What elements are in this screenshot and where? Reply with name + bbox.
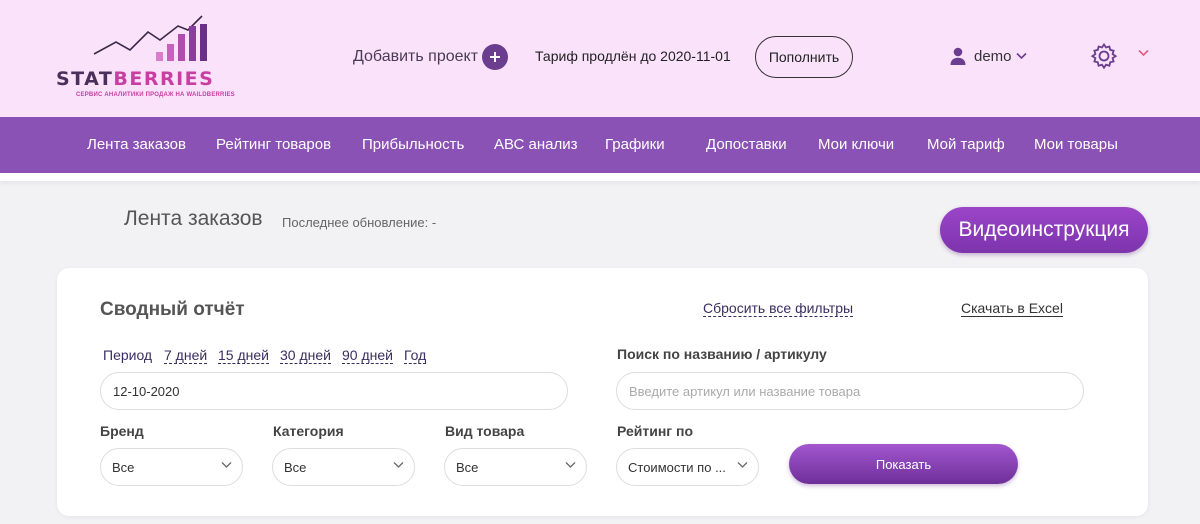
nav-item-charts[interactable]: Графики bbox=[605, 117, 665, 173]
logo-tagline: СЕРВИС АНАЛИТИКИ ПРОДАЖ НА WAILDBERRIES bbox=[76, 92, 235, 98]
user-name: demo bbox=[974, 47, 1012, 65]
nav-item-my-keys[interactable]: Мои ключи bbox=[818, 117, 894, 173]
category-select[interactable]: Все bbox=[272, 448, 415, 486]
nav-item-product-rating[interactable]: Рейтинг товаров bbox=[216, 117, 331, 173]
header: STATBERRIES СЕРВИС АНАЛИТИКИ ПРОДАЖ НА W… bbox=[0, 0, 1200, 117]
logo-text-berries: BERRIES bbox=[113, 68, 215, 90]
period-option-30-days[interactable]: 30 дней bbox=[280, 347, 331, 364]
download-excel-link[interactable]: Скачать в Excel bbox=[961, 300, 1063, 317]
rating-by-label: Рейтинг по bbox=[617, 423, 694, 439]
report-title: Сводный отчёт bbox=[100, 299, 245, 320]
rating-by-select-value: Стоимости по ... bbox=[628, 460, 726, 475]
logo-text-stat: STAT bbox=[56, 68, 114, 90]
product-type-select-value: Все bbox=[456, 460, 479, 475]
main-nav: Лента заказов Рейтинг товаров Прибыльнос… bbox=[0, 117, 1200, 173]
product-type-label: Вид товара bbox=[445, 423, 525, 439]
logo-text: STATBERRIES bbox=[56, 68, 214, 90]
topup-button[interactable]: Пополнить bbox=[755, 36, 853, 78]
gear-icon[interactable] bbox=[1090, 42, 1118, 70]
add-project-button[interactable]: Добавить проект bbox=[353, 44, 509, 70]
period-label: Период bbox=[103, 347, 153, 363]
period-option-year[interactable]: Год bbox=[404, 347, 427, 364]
reset-filters-link[interactable]: Сбросить все фильтры bbox=[703, 300, 854, 317]
nav-item-my-tariff[interactable]: Мой тариф bbox=[927, 117, 1005, 173]
brand-select[interactable]: Все bbox=[100, 448, 243, 486]
chevron-down-icon bbox=[565, 462, 576, 468]
category-select-value: Все bbox=[284, 460, 307, 475]
plus-circle-icon bbox=[482, 44, 509, 70]
chart-growth-logo-icon bbox=[93, 15, 207, 61]
nav-item-abc-analysis[interactable]: АВС анализ bbox=[494, 117, 578, 173]
add-project-label: Добавить проект bbox=[353, 48, 479, 65]
chevron-down-icon bbox=[737, 462, 748, 468]
logo[interactable]: STATBERRIES СЕРВИС АНАЛИТИКИ ПРОДАЖ НА W… bbox=[56, 14, 262, 100]
product-search-input[interactable] bbox=[616, 372, 1084, 410]
chevron-down-icon bbox=[1015, 52, 1027, 60]
chevron-down-icon bbox=[393, 462, 404, 468]
user-menu[interactable]: demo bbox=[950, 44, 1027, 68]
page-title: Лента заказов bbox=[124, 207, 263, 230]
period-option-15-days[interactable]: 15 дней bbox=[218, 347, 269, 364]
nav-shadow-strip bbox=[0, 173, 1200, 181]
brand-select-value: Все bbox=[112, 460, 135, 475]
nav-item-profitability[interactable]: Прибыльность bbox=[362, 117, 464, 173]
period-option-90-days[interactable]: 90 дней bbox=[342, 347, 393, 364]
show-button[interactable]: Показать bbox=[789, 444, 1018, 484]
category-label: Категория bbox=[273, 423, 344, 439]
brand-label: Бренд bbox=[100, 423, 144, 439]
tariff-status: Тариф продлён до 2020-11-01 bbox=[535, 48, 731, 64]
user-icon bbox=[950, 47, 966, 65]
last-update-text: Последнее обновление: - bbox=[282, 215, 437, 230]
video-instruction-button[interactable]: Видеоинструкция bbox=[940, 207, 1148, 253]
date-range-input[interactable] bbox=[100, 372, 568, 410]
product-type-select[interactable]: Все bbox=[444, 448, 587, 486]
nav-item-restock[interactable]: Допоставки bbox=[706, 117, 787, 173]
nav-item-my-products[interactable]: Мои товары bbox=[1034, 117, 1118, 173]
nav-item-orders-feed[interactable]: Лента заказов bbox=[87, 117, 186, 173]
chevron-down-icon bbox=[221, 462, 232, 468]
caret-down-icon[interactable] bbox=[1138, 49, 1149, 57]
rating-by-select[interactable]: Стоимости по ... bbox=[616, 448, 759, 486]
search-label: Поиск по названию / артикулу bbox=[617, 346, 827, 362]
period-option-7-days[interactable]: 7 дней bbox=[164, 347, 208, 364]
